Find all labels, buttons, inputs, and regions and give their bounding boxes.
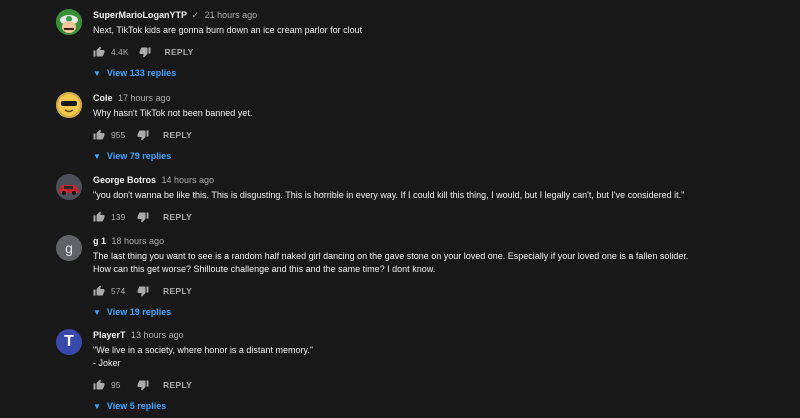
chevron-down-icon: ▼ <box>93 401 101 411</box>
thumbs-up-icon[interactable] <box>93 285 105 297</box>
like-count: 95 <box>111 380 121 390</box>
comment-time[interactable]: 17 hours ago <box>118 93 171 103</box>
reply-button[interactable]: REPLY <box>163 130 192 140</box>
author-name[interactable]: Cole <box>93 93 113 103</box>
author-name[interactable]: g 1 <box>93 236 106 246</box>
comment-text: "We live in a society, where honor is a … <box>93 345 313 368</box>
comment-header: PlayerT 13 hours ago <box>93 329 783 341</box>
thumbs-up-icon[interactable] <box>93 211 105 223</box>
thumbs-down-icon[interactable] <box>139 46 151 58</box>
view-replies-label: View 19 replies <box>106 307 172 317</box>
like-count: 574 <box>111 286 126 296</box>
thumbs-up-icon[interactable] <box>93 129 105 141</box>
comment-time[interactable]: 21 hours ago <box>205 10 258 20</box>
avatar-letter: g <box>65 240 73 256</box>
avatar[interactable] <box>56 92 82 118</box>
check-icon: ✓ <box>191 10 200 20</box>
avatar-letter: T <box>64 333 74 350</box>
like-count: 4.4K <box>111 47 129 57</box>
comment-time[interactable]: 13 hours ago <box>131 330 184 340</box>
like-count: 955 <box>111 130 126 140</box>
author-name[interactable]: PlayerT <box>93 330 126 340</box>
thumbs-up-icon[interactable] <box>93 379 105 391</box>
thumbs-down-icon[interactable] <box>137 129 149 141</box>
reply-button[interactable]: REPLY <box>163 286 192 296</box>
chevron-down-icon: ▼ <box>93 68 101 78</box>
reply-button[interactable]: REPLY <box>165 47 194 57</box>
author-name[interactable]: SuperMarioLoganYTP <box>93 10 187 20</box>
view-replies-label: View 5 replies <box>106 401 167 411</box>
comment-actions: 139 REPLY <box>93 210 783 224</box>
reply-button[interactable]: REPLY <box>163 212 192 222</box>
view-replies-button[interactable]: ▼ View 133 replies <box>93 68 783 78</box>
avatar[interactable] <box>56 9 82 35</box>
thumbs-up-icon[interactable] <box>93 46 105 58</box>
comment-text: The last thing you want to see is a rand… <box>93 251 689 274</box>
comment-actions: 955 REPLY <box>93 128 783 142</box>
avatar[interactable] <box>56 174 82 200</box>
avatar[interactable]: T <box>56 329 82 355</box>
comment-text: Next, TikTok kids are gonna burn down an… <box>93 25 363 35</box>
view-replies-button[interactable]: ▼ View 19 replies <box>93 307 783 317</box>
avatar[interactable]: g <box>56 235 82 261</box>
thumbs-down-icon[interactable] <box>137 285 149 297</box>
comment-header: g 1 18 hours ago <box>93 235 783 247</box>
comment-text: "you don't wanna be like this. This is d… <box>93 190 685 200</box>
view-replies-button[interactable]: ▼ View 79 replies <box>93 151 783 161</box>
comment-actions: 574 REPLY <box>93 284 783 298</box>
comment-header: SuperMarioLoganYTP ✓ 21 hours ago <box>93 9 783 21</box>
comment-header: Cole 17 hours ago <box>93 92 783 104</box>
chevron-down-icon: ▼ <box>93 307 101 317</box>
reply-button[interactable]: REPLY <box>163 380 192 390</box>
view-replies-label: View 79 replies <box>106 151 172 161</box>
view-replies-label: View 133 replies <box>106 68 177 78</box>
mario-avatar-icon <box>56 9 82 35</box>
comment-text: Why hasn't TikTok not been banned yet. <box>93 108 253 118</box>
chevron-down-icon: ▼ <box>93 151 101 161</box>
author-name[interactable]: George Botros <box>93 175 156 185</box>
comment-time[interactable]: 18 hours ago <box>112 236 165 246</box>
comment-actions: 4.4K REPLY <box>93 45 783 59</box>
thumbs-down-icon[interactable] <box>137 211 149 223</box>
comment-header: George Botros 14 hours ago <box>93 174 783 186</box>
view-replies-button[interactable]: ▼ View 5 replies <box>93 401 783 411</box>
comment-actions: 95 REPLY <box>93 378 783 392</box>
like-count: 139 <box>111 212 126 222</box>
sunglasses-avatar-icon <box>56 92 82 118</box>
car-avatar-icon <box>56 174 82 200</box>
thumbs-down-icon[interactable] <box>137 379 149 391</box>
comment-time[interactable]: 14 hours ago <box>162 175 215 185</box>
